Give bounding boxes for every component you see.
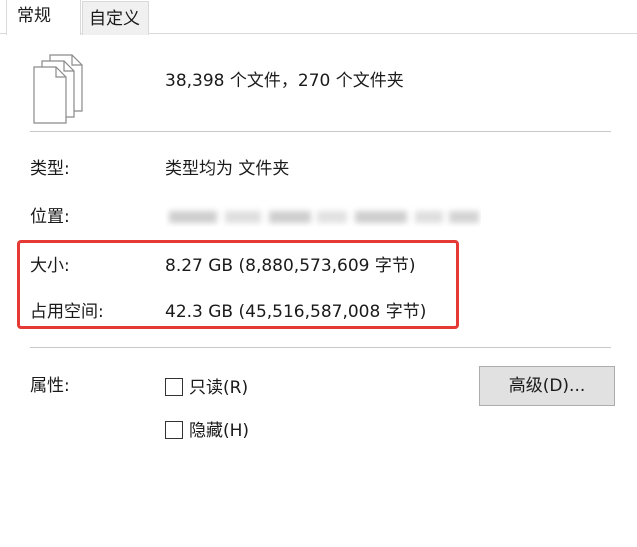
tab-general[interactable]: 常规 <box>6 0 81 35</box>
type-value: 类型均为 文件夹 <box>165 159 290 179</box>
location-value-redacted <box>165 205 481 227</box>
disk-usage-label: 占用空间: <box>30 302 104 322</box>
hidden-checkbox[interactable] <box>165 421 183 439</box>
advanced-button[interactable]: 高级(D)... <box>479 366 615 406</box>
tab-bar: 常规 自定义 <box>0 0 637 35</box>
divider <box>30 347 611 348</box>
disk-usage-value: 42.3 GB (45,516,587,008 字节) <box>165 302 427 322</box>
location-label: 位置: <box>30 207 70 227</box>
type-label: 类型: <box>30 159 70 179</box>
hidden-label[interactable]: 隐藏(H) <box>189 420 249 442</box>
attributes-label: 属性: <box>30 376 70 396</box>
readonly-label[interactable]: 只读(R) <box>189 377 248 399</box>
contents-summary: 38,398 个文件，270 个文件夹 <box>165 71 404 91</box>
multiple-files-icon <box>32 53 84 125</box>
size-value: 8.27 GB (8,880,573,609 字节) <box>165 256 416 276</box>
divider <box>30 131 611 132</box>
size-label: 大小: <box>30 256 70 276</box>
readonly-checkbox[interactable] <box>165 378 183 396</box>
tab-custom[interactable]: 自定义 <box>82 1 149 35</box>
